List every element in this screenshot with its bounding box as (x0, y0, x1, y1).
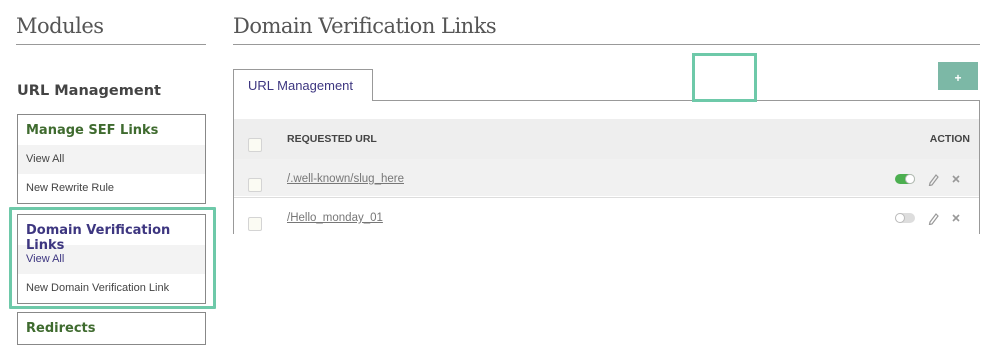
new-rewrite-rule-link[interactable]: New Rewrite Rule (18, 174, 205, 203)
sef-view-all-link[interactable]: View All (18, 145, 205, 174)
table-header: REQUESTED URL ACTION (234, 119, 979, 159)
table-row: /Hello_monday_01 (234, 197, 979, 234)
divider (16, 44, 206, 45)
row-actions (895, 172, 965, 186)
group-manage-sef-links: Manage SEF Links View All New Rewrite Ru… (17, 114, 206, 204)
page-title: Domain Verification Links (233, 14, 497, 38)
group-title-redirects[interactable]: Redirects (18, 313, 205, 343)
url-link[interactable]: /.well-known/slug_here (287, 173, 404, 185)
group-title-domain-verification-links[interactable]: Domain Verification Links (18, 215, 205, 253)
enable-toggle[interactable] (895, 213, 915, 223)
group-title-manage-sef-links[interactable]: Manage SEF Links (18, 115, 205, 145)
divider (233, 44, 980, 45)
new-domain-verification-link[interactable]: New Domain Verification Link (18, 274, 205, 303)
close-icon[interactable] (951, 211, 961, 225)
row-checkbox[interactable] (248, 217, 262, 231)
url-link[interactable]: /Hello_monday_01 (287, 212, 383, 224)
sidebar-title: Modules (16, 14, 104, 38)
links-table: REQUESTED URL ACTION /.well-known/slug_h… (233, 100, 980, 234)
enable-toggle[interactable] (895, 174, 915, 184)
highlight-frame-add-button (692, 53, 757, 102)
pencil-icon[interactable] (927, 172, 939, 186)
column-header-url: REQUESTED URL (287, 133, 377, 145)
section-title: URL Management (17, 83, 161, 99)
row-actions (895, 211, 965, 225)
column-header-action: ACTION (929, 133, 970, 145)
select-all-checkbox[interactable] (248, 138, 262, 152)
close-icon[interactable] (951, 172, 961, 186)
add-button[interactable]: + (936, 60, 980, 92)
group-redirects: Redirects (17, 312, 206, 345)
group-domain-verification-links: Domain Verification Links View All New D… (17, 214, 206, 304)
tab-url-management[interactable]: URL Management (233, 69, 373, 101)
row-checkbox[interactable] (248, 178, 262, 192)
table-row: /.well-known/slug_here (234, 159, 979, 196)
pencil-icon[interactable] (927, 211, 939, 225)
